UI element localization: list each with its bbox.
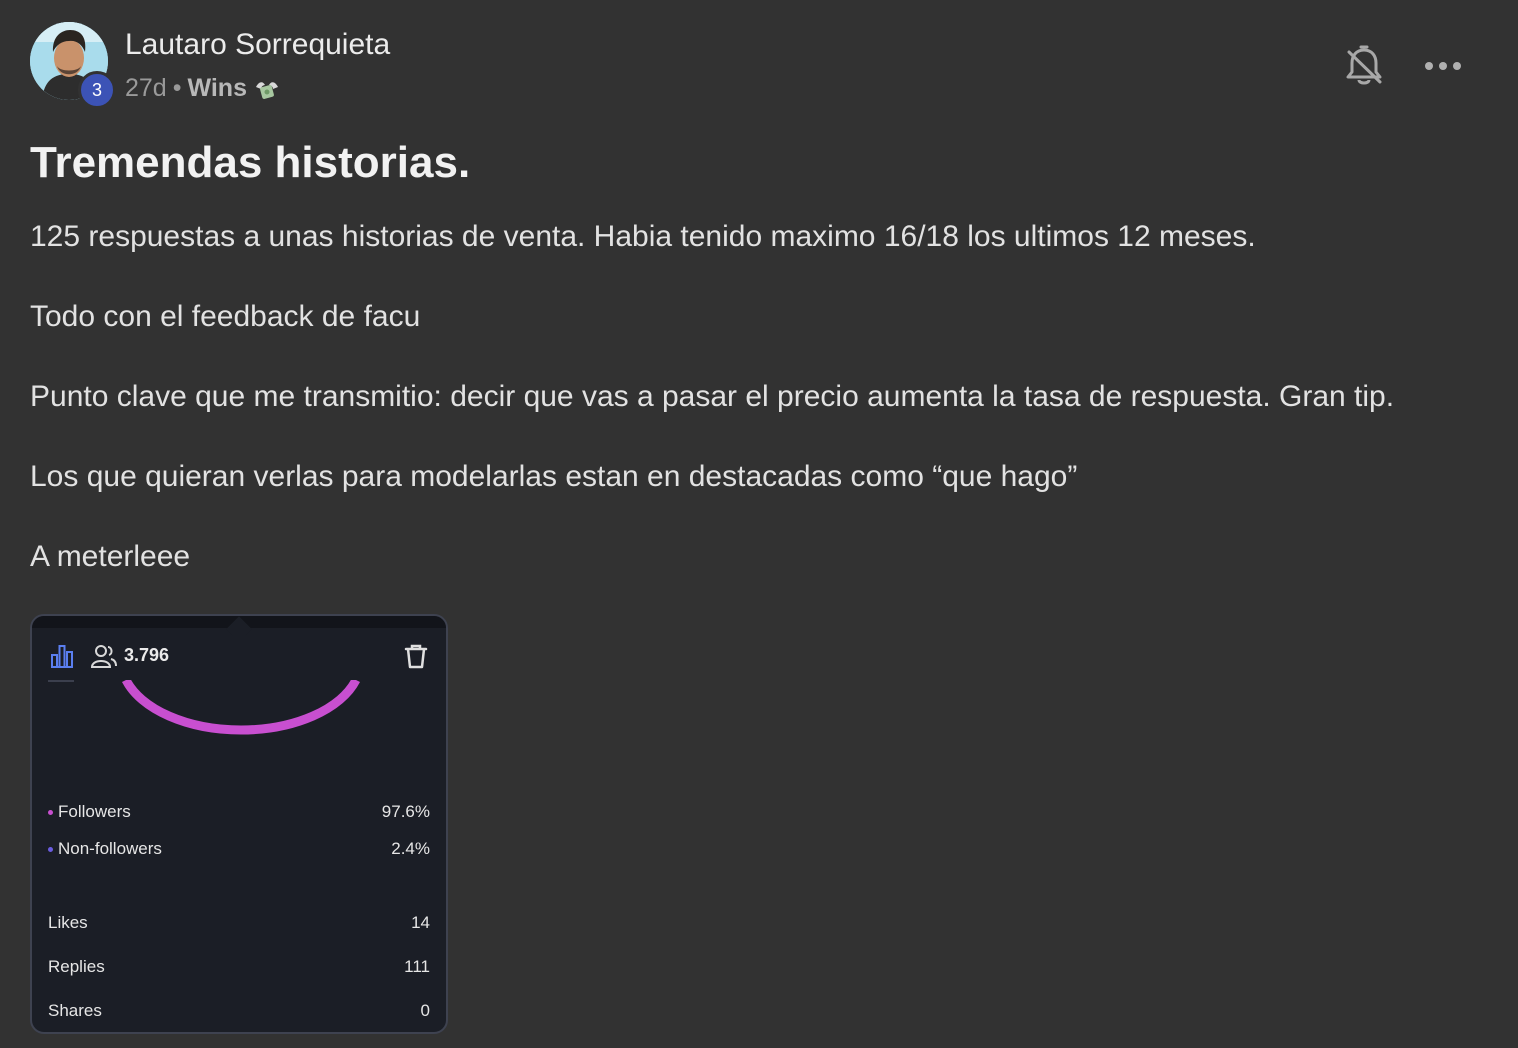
non-followers-legend-dot bbox=[48, 846, 53, 852]
audience-value: 2.4% bbox=[391, 839, 430, 858]
post-age: 27d bbox=[125, 74, 167, 102]
active-tab-indicator bbox=[48, 680, 74, 682]
audience-gauge bbox=[121, 680, 361, 735]
mute-notifications-button[interactable] bbox=[1344, 44, 1384, 88]
level-badge: 3 bbox=[78, 71, 116, 109]
followers-legend-dot bbox=[48, 809, 53, 815]
post-paragraph: Punto clave que me transmitio: decir que… bbox=[30, 380, 1395, 413]
audience-row-followers: Followers 97.6% bbox=[48, 802, 430, 822]
bar-chart-icon bbox=[51, 645, 73, 668]
audience-label: Followers bbox=[58, 802, 131, 821]
post-paragraph: A meterleee bbox=[30, 540, 191, 573]
post-title: Tremendas historias. bbox=[30, 138, 471, 187]
bell-muted-icon bbox=[1346, 45, 1382, 85]
audience-value: 97.6% bbox=[381, 802, 430, 821]
meta-separator: • bbox=[172, 74, 182, 102]
category-link[interactable]: Wins bbox=[187, 74, 247, 103]
audience-label: Non-followers bbox=[58, 839, 162, 858]
post-meta: 27d • Wins bbox=[125, 74, 281, 103]
post-paragraph: Los que quieran verlas para modelarlas e… bbox=[30, 460, 1078, 493]
author-name[interactable]: Lautaro Sorrequieta bbox=[125, 28, 390, 62]
post: 3 Lautaro Sorrequieta 27d • Wins Tremend… bbox=[0, 0, 1518, 1048]
attached-image[interactable]: 3.796 Followers 97.6% Non-followers 2.4%… bbox=[30, 614, 448, 1034]
post-paragraph: Todo con el feedback de facu bbox=[30, 300, 421, 333]
insights-header: 3.796 bbox=[46, 640, 432, 674]
post-paragraph: 125 respuestas a unas historias de venta… bbox=[30, 220, 1256, 253]
more-options-button[interactable] bbox=[1422, 52, 1464, 80]
metric-value: 14 bbox=[411, 913, 430, 932]
viewers-count: 3.796 bbox=[124, 645, 170, 665]
metric-row-shares: Shares 0 bbox=[48, 1001, 430, 1021]
metric-label: Likes bbox=[48, 913, 88, 932]
metric-label: Shares bbox=[48, 1001, 102, 1020]
metric-value: 0 bbox=[420, 1001, 430, 1020]
viewers-icon bbox=[90, 645, 117, 668]
trash-icon[interactable] bbox=[402, 642, 430, 670]
audience-row-non-followers: Non-followers 2.4% bbox=[48, 839, 430, 859]
more-horizontal-icon bbox=[1425, 62, 1461, 70]
metric-row-replies: Replies 111 bbox=[48, 957, 430, 977]
metric-label: Replies bbox=[48, 957, 105, 976]
metric-value: 111 bbox=[404, 957, 430, 976]
money-wings-icon bbox=[255, 81, 278, 99]
metric-row-likes: Likes 14 bbox=[48, 913, 430, 933]
